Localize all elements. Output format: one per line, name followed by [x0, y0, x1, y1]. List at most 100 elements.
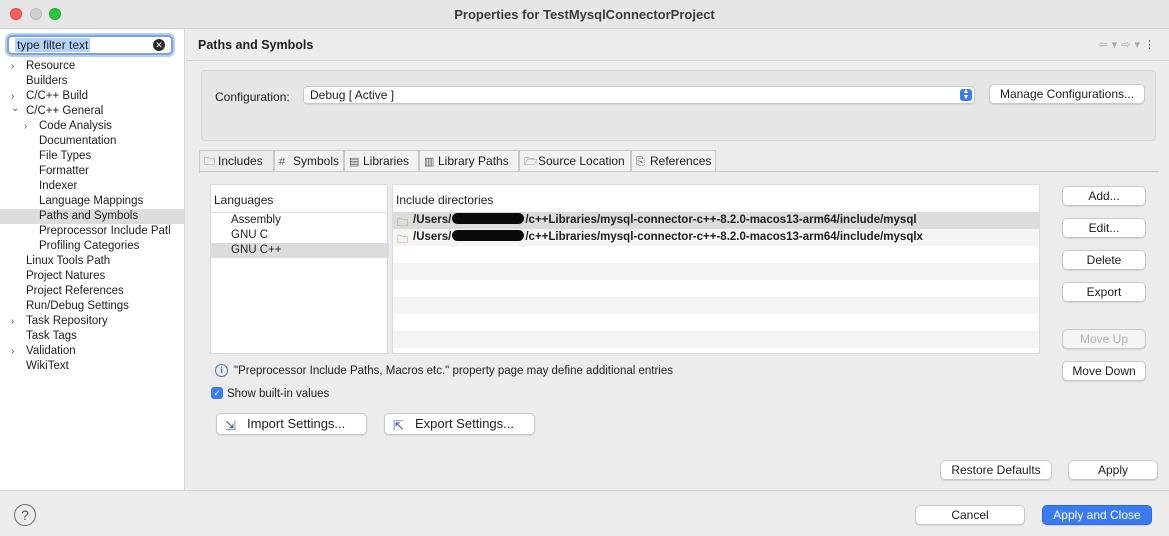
dialog-footer: ? Cancel Apply and Close [0, 490, 1169, 536]
tree-item[interactable]: Project References [0, 284, 184, 299]
filter-input[interactable]: type filter text ✕ [7, 35, 173, 55]
tree-item[interactable]: › Resource [0, 59, 184, 74]
move-down-button[interactable]: Move Down [1062, 361, 1146, 381]
language-item[interactable]: GNU C [211, 228, 389, 243]
tree-item-label: Linux Tools Path [26, 255, 111, 267]
window-title: Properties for TestMysqlConnectorProject [454, 7, 715, 22]
export-settings-button[interactable]: ⇱ Export Settings... [384, 413, 535, 435]
tree-item[interactable]: Language Mappings [0, 194, 184, 209]
tree-item[interactable]: Indexer [0, 179, 184, 194]
tree-item-label: Documentation [39, 135, 117, 147]
references-icon: ⎘ [636, 156, 645, 168]
more-options-icon[interactable]: ⋮ [1144, 39, 1159, 51]
chevron-right-icon[interactable]: › [11, 89, 21, 104]
export-button[interactable]: Export [1062, 282, 1146, 302]
tree-item[interactable]: Documentation [0, 134, 184, 149]
tab-label: References [650, 154, 712, 168]
tree-item-label: Language Mappings [39, 195, 144, 207]
tab-symbols[interactable]: # Symbols [274, 150, 344, 172]
chevron-right-icon[interactable]: › [11, 59, 21, 74]
tab-libraries[interactable]: ▤ Libraries [344, 150, 419, 172]
clear-filter-icon[interactable]: ✕ [153, 39, 165, 51]
includes-icon: 🗀 [204, 156, 215, 168]
tree-item[interactable]: Preprocessor Include Patl [0, 224, 184, 239]
pane-divider[interactable] [387, 184, 388, 354]
include-row[interactable]: 🗀 /Users/ /c++Libraries/mysql-connector-c+… [393, 229, 1039, 246]
apply-button[interactable]: Apply [1068, 460, 1158, 480]
tree-item-label: Preprocessor Include Patl [39, 225, 171, 237]
folder-icon: 🗁 [524, 156, 538, 168]
tab-includes[interactable]: 🗀 Includes [199, 150, 274, 173]
include-directories-table: Include directories 🗀 /Users/ /c++Librarie… [392, 184, 1040, 354]
tree-item-label: Task Repository [26, 315, 108, 327]
tree-item[interactable]: Run/Debug Settings [0, 299, 184, 314]
tree-item[interactable]: Linux Tools Path [0, 254, 184, 269]
info-message: "Preprocessor Include Paths, Macros etc.… [234, 365, 674, 377]
tree-item[interactable]: › Code Analysis [0, 119, 184, 134]
restore-defaults-button[interactable]: Restore Defaults [940, 460, 1052, 480]
include-path-suffix: /c++Libraries/mysql-connector-c++-8.2.0-… [525, 214, 917, 226]
tree-item[interactable]: › C/C++ Build [0, 89, 184, 104]
export-icon: ⇱ [393, 418, 404, 433]
include-path: /Users/ /c++Libraries/mysql-connector-c++… [413, 213, 917, 226]
edit-button[interactable]: Edit... [1062, 218, 1146, 238]
manage-configurations-button[interactable]: Manage Configurations... [989, 84, 1145, 104]
back-arrow-icon[interactable]: ⇦▾ [1099, 39, 1122, 51]
chevron-right-icon[interactable]: › [24, 119, 34, 134]
tree-item-label: C/C++ Build [26, 90, 89, 102]
cancel-button[interactable]: Cancel [915, 505, 1025, 525]
redaction-mark [452, 230, 525, 241]
tree-item-label: Run/Debug Settings [26, 300, 129, 312]
tab-label: Source Location [538, 154, 625, 168]
show-builtin-checkbox[interactable]: ✓ [211, 387, 223, 399]
tab-label: Library Paths [438, 154, 509, 168]
tree-item-label: Task Tags [26, 330, 77, 342]
tree-item[interactable]: ⌄ C/C++ General [0, 104, 184, 119]
tree-item-label: Project Natures [26, 270, 106, 282]
configuration-select[interactable]: Debug [ Active ] ▲ ▼ [303, 86, 975, 104]
tree-item-label: File Types [39, 150, 92, 162]
language-item[interactable]: GNU C++ [211, 243, 389, 258]
hash-icon: # [279, 156, 286, 168]
include-path-prefix: /Users/ [413, 214, 452, 226]
apply-and-close-button[interactable]: Apply and Close [1042, 505, 1152, 525]
include-folder-icon: 🗀 [397, 234, 408, 246]
language-item[interactable]: Assembly [211, 213, 389, 228]
help-icon[interactable]: ? [14, 504, 36, 526]
tree-item[interactable]: File Types [0, 149, 184, 164]
title-bar: Properties for TestMysqlConnectorProject [0, 0, 1169, 29]
tree-item[interactable]: Builders [0, 74, 184, 89]
tree-item[interactable]: Task Tags [0, 329, 184, 344]
empty-row [393, 331, 1039, 348]
import-settings-button[interactable]: ⇲ Import Settings... [216, 413, 367, 435]
tab-source-location[interactable]: 🗁Source Location [519, 150, 631, 172]
chevron-down-icon[interactable]: ⌄ [11, 104, 21, 116]
forward-arrow-icon[interactable]: ⇨▾ [1121, 39, 1144, 51]
tree-item[interactable]: Formatter [0, 164, 184, 179]
add-button[interactable]: Add... [1062, 186, 1146, 206]
tree-item[interactable]: › Task Repository [0, 314, 184, 329]
tree-item[interactable]: Paths and Symbols [0, 209, 184, 224]
tree-item-label: Indexer [39, 180, 78, 192]
tree-item[interactable]: › Validation [0, 344, 184, 359]
page-title: Paths and Symbols [198, 38, 314, 52]
languages-header: Languages [214, 193, 274, 207]
move-up-button[interactable]: Move Up [1062, 329, 1146, 349]
chevron-right-icon[interactable]: › [11, 344, 21, 359]
redaction-mark [452, 213, 525, 224]
tree-item[interactable]: Profiling Categories [0, 239, 184, 254]
tree-item[interactable]: Project Natures [0, 269, 184, 284]
tree-item[interactable]: WikiText [0, 359, 184, 374]
import-icon: ⇲ [225, 418, 236, 433]
tab-references[interactable]: ⎘ References [631, 150, 716, 172]
property-tree-pane: type filter text ✕ › Resource Builders › C/C… [0, 29, 185, 490]
chevron-right-icon[interactable]: › [11, 314, 21, 329]
include-directories-header: Include directories [396, 193, 494, 207]
include-row[interactable]: 🗀 /Users/ /c++Libraries/mysql-connector-c+… [393, 212, 1039, 229]
tab-library-paths[interactable]: ▥ Library Paths [419, 150, 519, 172]
empty-row [393, 314, 1039, 331]
tab-label: Includes [218, 154, 263, 168]
page-header: Paths and Symbols ⇦▾⇨▾⋮ [186, 29, 1169, 61]
chevron-updown-icon: ▲ ▼ [960, 88, 972, 101]
delete-button[interactable]: Delete [1062, 250, 1146, 270]
